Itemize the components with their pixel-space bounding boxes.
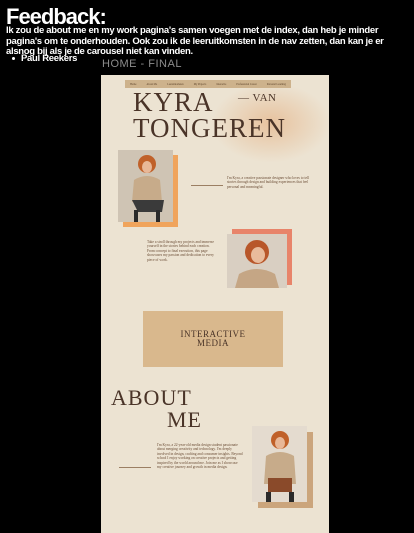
portrait-illustration-3	[252, 426, 307, 502]
block-label-line-2: MEDIA	[197, 338, 229, 348]
portrait-photo-2	[227, 234, 287, 288]
mockup-nav-item: Professional Career	[236, 82, 257, 86]
portrait-illustration-1	[118, 150, 173, 222]
author-name: Paul Reekers	[21, 53, 78, 64]
divider-line	[191, 185, 223, 186]
projects-text: Take a stroll through my projects and im…	[147, 240, 214, 262]
mockup-nav-item: My Projects	[193, 82, 207, 86]
frame-label[interactable]: HOME - FINAL	[102, 58, 182, 70]
intro-text: I'm Kyra, a creative passionate designer…	[227, 176, 310, 189]
author-list-item: Paul Reekers	[12, 53, 77, 64]
about-text: I'm Kyra, a 22-year-old media design stu…	[157, 443, 243, 470]
mockup-nav-item: Interactie	[216, 82, 227, 86]
divider-line	[119, 467, 151, 468]
bullet-icon	[12, 57, 15, 60]
hero-last-name: TONGEREN	[133, 113, 286, 143]
mockup-nav-item: Personal Learning	[266, 82, 286, 86]
portrait-photo-3	[252, 426, 307, 502]
interactive-media-block: INTERACTIVE MEDIA	[143, 311, 283, 367]
portrait-photo-1	[118, 150, 173, 222]
hero-middle-name: — VAN	[238, 92, 277, 104]
mockup-nav-item: Home	[130, 82, 137, 86]
design-mockup-frame[interactable]: Home About Me Leeruitkomsten My Projects…	[101, 75, 329, 533]
about-heading-line-2: ME	[167, 407, 202, 432]
portrait-illustration-2	[227, 234, 287, 288]
mockup-nav-item: Leeruitkomsten	[167, 82, 184, 86]
mockup-nav-item: About Me	[146, 82, 158, 86]
